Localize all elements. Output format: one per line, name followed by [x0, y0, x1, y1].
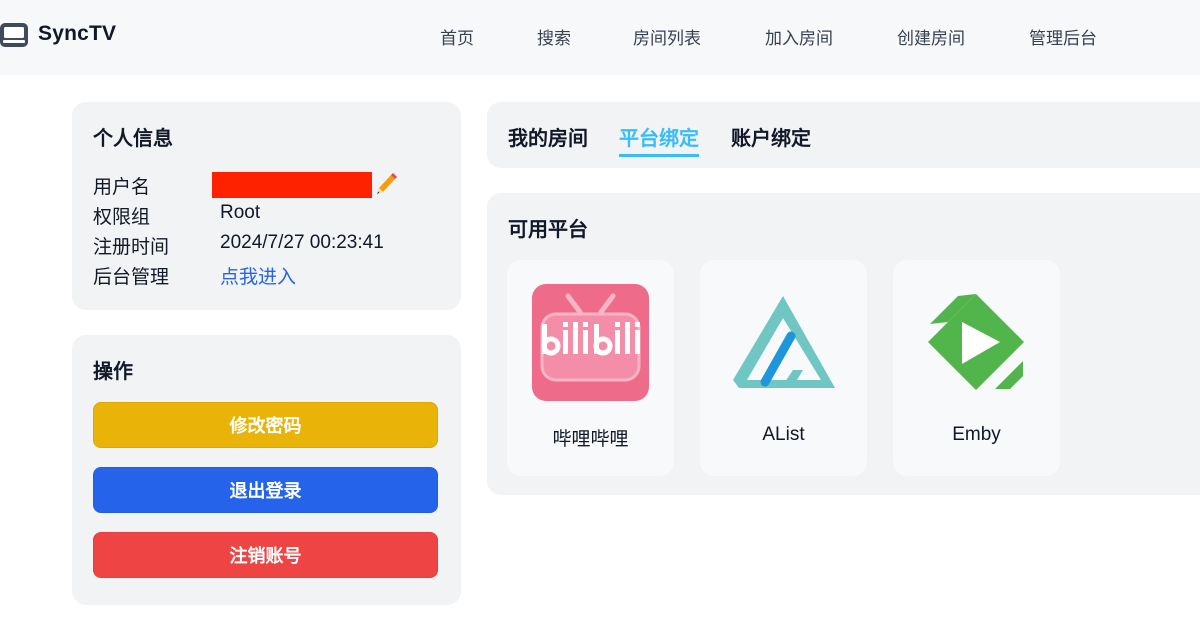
register-time-row: 注册时间 2024/7/27 00:23:41 — [93, 232, 453, 260]
nav-join-room[interactable]: 加入房间 — [765, 24, 833, 49]
nav-room-list[interactable]: 房间列表 — [633, 24, 701, 49]
platform-name-bilibili: 哔哩哔哩 — [552, 428, 629, 450]
bilibili-logo-icon — [532, 284, 649, 401]
platform-alist[interactable]: AList — [700, 260, 867, 476]
platform-name-alist: AList — [762, 424, 805, 445]
synctv-logo-icon[interactable] — [0, 21, 28, 49]
nav-search[interactable]: 搜索 — [537, 24, 571, 49]
platforms-card: 可用平台 哔哩哔哩 AList Emby — [487, 193, 1200, 495]
emby-logo-icon — [928, 294, 1024, 390]
platform-emby[interactable]: Emby — [893, 260, 1060, 476]
role-label: 权限组 — [93, 206, 151, 228]
alist-logo-icon — [733, 296, 835, 388]
admin-enter-link[interactable]: 点我进入 — [220, 262, 296, 289]
tab-my-rooms[interactable]: 我的房间 — [508, 122, 588, 154]
platforms-title: 可用平台 — [508, 217, 588, 241]
nav-home[interactable]: 首页 — [440, 24, 474, 49]
role-value: Root — [220, 202, 261, 223]
tab-platform-binding[interactable]: 平台绑定 — [619, 122, 699, 157]
role-row: 权限组 Root — [93, 202, 453, 230]
register-time-value: 2024/7/27 00:23:41 — [220, 232, 384, 253]
actions-title: 操作 — [93, 359, 133, 383]
profile-card: 个人信息 用户名 权限组 Root 注册时间 2024/7/27 00:23:4… — [72, 102, 461, 310]
admin-label: 后台管理 — [93, 266, 170, 288]
tabs-card: 我的房间 平台绑定 账户绑定 — [487, 102, 1200, 168]
nav-admin[interactable]: 管理后台 — [1029, 24, 1097, 49]
username-label: 用户名 — [93, 176, 151, 198]
logout-button[interactable]: 退出登录 — [93, 467, 438, 513]
tab-account-binding[interactable]: 账户绑定 — [731, 122, 811, 154]
username-redaction — [212, 172, 372, 198]
platform-name-emby: Emby — [952, 424, 1001, 445]
actions-card: 操作 修改密码 退出登录 注销账号 — [72, 335, 461, 605]
platform-bilibili[interactable]: 哔哩哔哩 — [507, 260, 674, 476]
nav-create-room[interactable]: 创建房间 — [897, 24, 965, 49]
register-time-label: 注册时间 — [93, 236, 170, 258]
profile-title: 个人信息 — [93, 126, 173, 150]
admin-row: 后台管理 点我进入 — [93, 262, 453, 290]
change-password-button[interactable]: 修改密码 — [93, 402, 438, 448]
delete-account-button[interactable]: 注销账号 — [93, 532, 438, 578]
top-navigation-bar: SyncTV 首页 搜索 房间列表 加入房间 创建房间 管理后台 — [0, 0, 1200, 75]
edit-pencil-icon[interactable] — [374, 170, 400, 196]
brand-title[interactable]: SyncTV — [38, 22, 116, 46]
